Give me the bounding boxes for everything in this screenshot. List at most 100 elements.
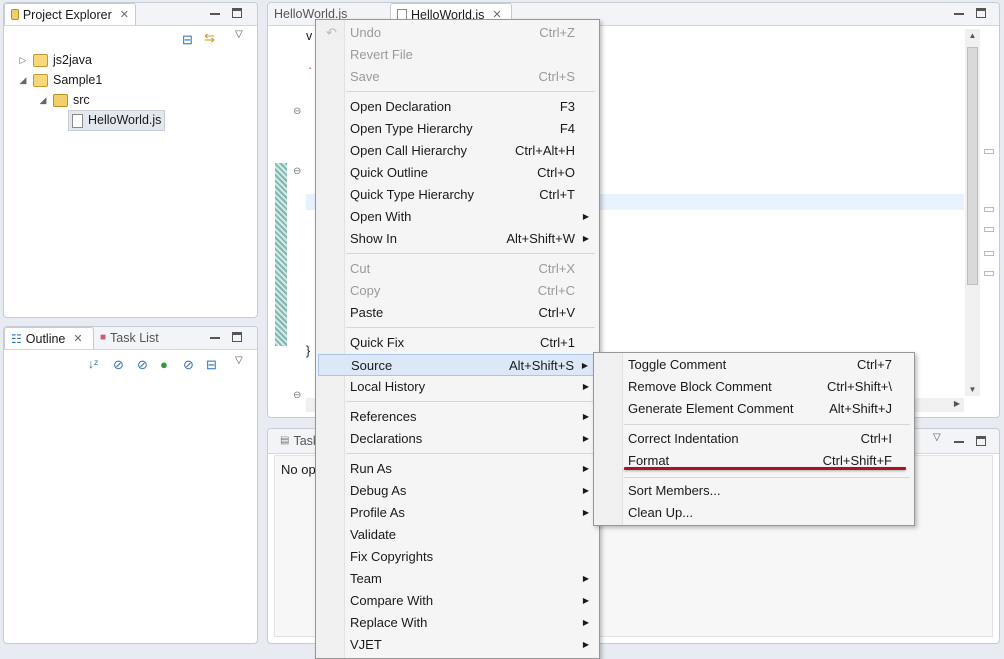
tree-item-src[interactable]: ◢ src bbox=[38, 91, 90, 110]
menu-item-accelerator: Ctrl+I bbox=[860, 431, 892, 446]
tab-task-list[interactable]: ■ Task List bbox=[94, 327, 164, 349]
scrollbar-thumb[interactable] bbox=[967, 47, 978, 285]
change-ruler-bar bbox=[275, 163, 287, 346]
menu-item-compare-with[interactable]: Compare With ▶ bbox=[318, 590, 597, 612]
menu-item-cut[interactable]: Cut Ctrl+X bbox=[318, 258, 597, 280]
menu-item-copy[interactable]: Copy Ctrl+C bbox=[318, 280, 597, 302]
minimize-icon[interactable] bbox=[210, 8, 220, 15]
collapse-all-icon[interactable]: ⊟ bbox=[206, 357, 217, 373]
tab-project-explorer[interactable]: Project Explorer ✕ bbox=[4, 3, 136, 25]
project-icon bbox=[33, 74, 48, 87]
menu-item-open-declaration[interactable]: Open Declaration F3 bbox=[318, 96, 597, 118]
menu-item-quick-type-hierarchy[interactable]: Quick Type Hierarchy Ctrl+T bbox=[318, 184, 597, 206]
submenu-arrow-icon: ▶ bbox=[582, 234, 589, 243]
menu-item-debug-as[interactable]: Debug As ▶ bbox=[318, 480, 597, 502]
menu-item-team[interactable]: Team ▶ bbox=[318, 568, 597, 590]
submenu-item-remove-block-comment[interactable]: Remove Block Comment Ctrl+Shift+\ bbox=[596, 376, 912, 398]
tree-item-sample1[interactable]: ◢ Sample1 bbox=[18, 71, 102, 90]
menu-item-show-in[interactable]: Show In Alt+Shift+W ▶ bbox=[318, 228, 597, 250]
source-submenu: Toggle Comment Ctrl+7 Remove Block Commen… bbox=[593, 352, 915, 526]
submenu-item-correct-indentation[interactable]: Correct Indentation Ctrl+I bbox=[596, 428, 912, 450]
submenu-item-toggle-comment[interactable]: Toggle Comment Ctrl+7 bbox=[596, 354, 912, 376]
tree-item-js2java[interactable]: ▷ js2java bbox=[18, 51, 92, 70]
minimize-icon[interactable] bbox=[954, 436, 964, 443]
menu-item-quick-fix[interactable]: Quick Fix Ctrl+1 bbox=[318, 332, 597, 354]
menu-item-label: Replace With bbox=[350, 615, 428, 630]
menu-item-open-with[interactable]: Open With ▶ bbox=[318, 206, 597, 228]
maximize-icon[interactable] bbox=[976, 8, 986, 18]
hide-fields-icon[interactable]: ⊘ bbox=[113, 357, 124, 373]
menu-item-declarations[interactable]: Declarations ▶ bbox=[318, 428, 597, 450]
tab-outline[interactable]: ☷ Outline ✕ bbox=[4, 327, 94, 349]
menu-item-label: Toggle Comment bbox=[628, 357, 727, 372]
format-annotation-underline bbox=[624, 467, 906, 470]
menu-item-undo[interactable]: ↶ Undo Ctrl+Z bbox=[318, 22, 597, 44]
hide-nonpublic-icon[interactable]: ● bbox=[160, 357, 168, 372]
scroll-up-icon[interactable]: ▲ bbox=[965, 31, 980, 40]
hide-static-icon[interactable]: ⊘ bbox=[137, 357, 148, 373]
tree-item-label: HelloWorld.js bbox=[88, 113, 162, 127]
maximize-icon[interactable] bbox=[976, 436, 986, 446]
close-icon[interactable]: ✕ bbox=[116, 4, 129, 26]
maximize-icon[interactable] bbox=[232, 8, 242, 18]
fold-icon[interactable]: ⊖ bbox=[293, 106, 301, 117]
expanded-arrow-icon[interactable]: ◢ bbox=[18, 71, 28, 90]
tree-item-helloworld-js[interactable]: HelloWorld.js bbox=[68, 110, 166, 131]
tree-item-label: js2java bbox=[53, 53, 92, 67]
task-list-icon: ■ bbox=[100, 332, 107, 343]
menu-item-label: Local History bbox=[350, 379, 426, 394]
menu-item-references[interactable]: References ▶ bbox=[318, 406, 597, 428]
menu-item-accelerator: Ctrl+Shift+\ bbox=[826, 379, 892, 394]
view-menu-icon[interactable]: ▽ bbox=[235, 29, 243, 40]
menu-item-label: Correct Indentation bbox=[628, 431, 739, 446]
menu-item-save[interactable]: Save Ctrl+S bbox=[318, 66, 597, 88]
tasks-status-text: No op bbox=[281, 462, 316, 477]
menu-item-replace-with[interactable]: Replace With ▶ bbox=[318, 612, 597, 634]
menu-item-fix-copyrights[interactable]: Fix Copyrights bbox=[318, 546, 597, 568]
menu-item-local-history[interactable]: Local History ▶ bbox=[318, 376, 597, 398]
minimize-icon[interactable] bbox=[210, 332, 220, 339]
expanded-arrow-icon[interactable]: ◢ bbox=[38, 91, 48, 110]
menu-item-label: Run As bbox=[350, 461, 392, 476]
maximize-icon[interactable] bbox=[232, 332, 242, 342]
submenu-arrow-icon: ▶ bbox=[582, 640, 589, 649]
menu-item-label: Generate Element Comment bbox=[628, 401, 794, 416]
menu-item-label: Clean Up... bbox=[628, 505, 694, 520]
menu-item-accelerator: Ctrl+Alt+H bbox=[515, 143, 575, 158]
close-icon[interactable]: ✕ bbox=[69, 328, 82, 350]
menu-item-label: Open With bbox=[350, 209, 412, 224]
minimize-icon[interactable] bbox=[954, 8, 964, 15]
menu-item-paste[interactable]: Paste Ctrl+V bbox=[318, 302, 597, 324]
menu-item-accelerator: Ctrl+Z bbox=[539, 25, 575, 40]
scroll-down-icon[interactable]: ▼ bbox=[965, 385, 980, 394]
scroll-right-icon[interactable]: ▶ bbox=[954, 399, 960, 408]
menu-separator bbox=[624, 477, 910, 478]
view-menu-icon[interactable]: ▽ bbox=[933, 432, 941, 443]
hide-local-types-icon[interactable]: ⊘ bbox=[183, 357, 194, 373]
menu-item-vjet[interactable]: VJET ▶ bbox=[318, 634, 597, 656]
menu-item-label: Profile As bbox=[350, 505, 405, 520]
menu-item-validate[interactable]: Validate bbox=[318, 524, 597, 546]
outline-tabbar: ☷ Outline ✕ ■ Task List bbox=[4, 327, 257, 350]
menu-item-source[interactable]: Source Alt+Shift+S ▶ bbox=[318, 354, 597, 376]
menu-item-quick-outline[interactable]: Quick Outline Ctrl+O bbox=[318, 162, 597, 184]
menu-item-open-type-hierarchy[interactable]: Open Type Hierarchy F4 bbox=[318, 118, 597, 140]
collapse-all-icon[interactable]: ⊟ bbox=[182, 32, 193, 48]
menu-item-revert-file[interactable]: Revert File bbox=[318, 44, 597, 66]
menu-item-profile-as[interactable]: Profile As ▶ bbox=[318, 502, 597, 524]
view-menu-icon[interactable]: ▽ bbox=[235, 355, 243, 366]
submenu-item-generate-element-comment[interactable]: Generate Element Comment Alt+Shift+J bbox=[596, 398, 912, 420]
sort-icon[interactable]: ↓ᶻ bbox=[88, 357, 98, 371]
menu-item-open-call-hierarchy[interactable]: Open Call Hierarchy Ctrl+Alt+H bbox=[318, 140, 597, 162]
menu-separator bbox=[624, 424, 910, 425]
submenu-item-clean-up[interactable]: Clean Up... bbox=[596, 502, 912, 524]
vertical-scrollbar[interactable]: ▲ ▼ bbox=[965, 29, 980, 396]
link-with-editor-icon[interactable]: ⇆ bbox=[204, 30, 215, 46]
submenu-item-sort-members[interactable]: Sort Members... bbox=[596, 480, 912, 502]
submenu-arrow-icon: ▶ bbox=[582, 596, 589, 605]
menu-item-accelerator: Alt+Shift+S bbox=[508, 358, 574, 373]
collapsed-arrow-icon[interactable]: ▷ bbox=[18, 51, 28, 70]
fold-icon[interactable]: ⊖ bbox=[293, 390, 301, 401]
fold-icon[interactable]: ⊖ bbox=[293, 166, 301, 177]
menu-item-run-as[interactable]: Run As ▶ bbox=[318, 458, 597, 480]
